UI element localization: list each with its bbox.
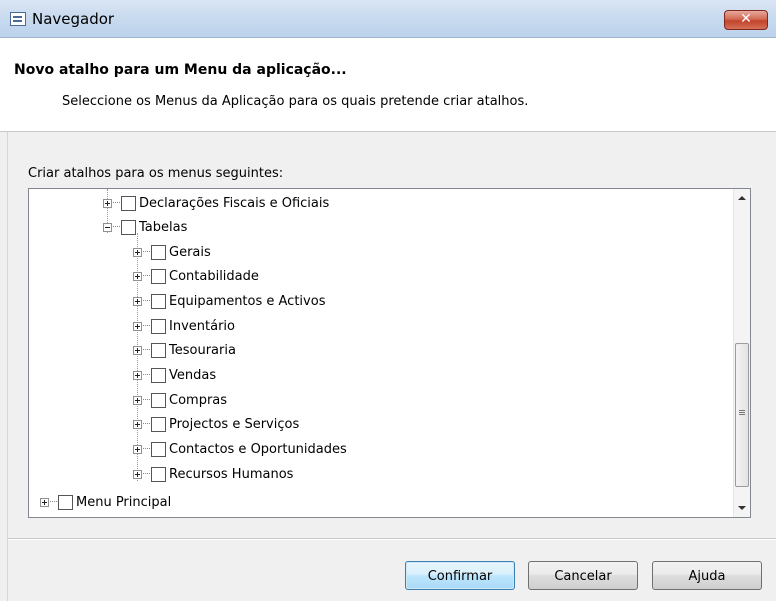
tree-item-inventario[interactable]: Inventário bbox=[133, 314, 235, 338]
tree-connector bbox=[143, 251, 150, 253]
dialog-header: Novo atalho para um Menu da aplicação...… bbox=[0, 38, 776, 132]
expand-icon[interactable] bbox=[133, 419, 142, 429]
menu-checkbox[interactable] bbox=[151, 293, 166, 309]
menu-checkbox[interactable] bbox=[151, 416, 166, 432]
tree-item-label: Projectos e Serviços bbox=[169, 416, 300, 432]
tree-item-contabilidade[interactable]: Contabilidade bbox=[133, 264, 259, 288]
grip-icon bbox=[739, 410, 745, 411]
tree-item-label: Equipamentos e Activos bbox=[169, 293, 326, 309]
tree-item-declaracoes[interactable]: Declarações Fiscais e Oficiais bbox=[103, 191, 329, 215]
menu-checkbox[interactable] bbox=[151, 392, 166, 408]
tree-item-label: Menu Principal bbox=[76, 494, 172, 510]
tree-connector bbox=[143, 275, 150, 277]
tree-item-tabelas[interactable]: Tabelas bbox=[103, 215, 187, 239]
expand-icon[interactable] bbox=[133, 271, 142, 281]
menu-checkbox[interactable] bbox=[151, 441, 166, 457]
menu-checkbox[interactable] bbox=[58, 494, 73, 510]
tree-connector bbox=[113, 202, 120, 204]
tree-connector bbox=[143, 349, 150, 351]
expand-icon[interactable] bbox=[133, 321, 142, 331]
menu-tree[interactable]: Declarações Fiscais e Oficiais Tabelas G… bbox=[28, 188, 751, 518]
tree-item-label: Tesouraria bbox=[169, 342, 236, 358]
tree-label: Criar atalhos para os menus seguintes: bbox=[28, 166, 284, 181]
menu-checkbox[interactable] bbox=[121, 219, 136, 235]
tree-connector bbox=[113, 226, 120, 228]
expand-icon[interactable] bbox=[133, 469, 142, 479]
scroll-down-icon[interactable] bbox=[738, 506, 746, 510]
tree-item-label: Declarações Fiscais e Oficiais bbox=[139, 195, 330, 211]
tree-item-menu-principal[interactable]: Menu Principal bbox=[40, 490, 171, 514]
expand-icon[interactable] bbox=[133, 345, 142, 355]
tree-item-gerais[interactable]: Gerais bbox=[133, 240, 211, 264]
vertical-scrollbar[interactable] bbox=[733, 189, 750, 517]
menu-checkbox[interactable] bbox=[121, 195, 136, 211]
navigator-app-icon bbox=[10, 12, 26, 26]
close-icon: ✕ bbox=[740, 11, 752, 27]
tree-connector bbox=[143, 300, 150, 302]
tree-item-label: Contactos e Oportunidades bbox=[169, 441, 347, 457]
tree-connector bbox=[50, 501, 57, 503]
tree-item-tesouraria[interactable]: Tesouraria bbox=[133, 338, 236, 362]
menu-checkbox[interactable] bbox=[151, 466, 166, 482]
expand-icon[interactable] bbox=[133, 247, 142, 257]
title-bar[interactable]: Navegador ✕ bbox=[0, 0, 776, 38]
header-subtitle: Seleccione os Menus da Aplicação para os… bbox=[62, 94, 529, 109]
tree-item-label: Gerais bbox=[169, 244, 211, 260]
tree-connector bbox=[143, 399, 150, 401]
tree-item-label: Compras bbox=[169, 392, 228, 408]
tree-connector bbox=[143, 374, 150, 376]
left-edge bbox=[0, 132, 8, 601]
menu-checkbox[interactable] bbox=[151, 244, 166, 260]
confirm-button[interactable]: Confirmar bbox=[405, 561, 515, 590]
tree-item-vendas[interactable]: Vendas bbox=[133, 363, 216, 387]
expand-icon[interactable] bbox=[133, 444, 142, 454]
tree-item-label: Vendas bbox=[169, 367, 217, 383]
menu-checkbox[interactable] bbox=[151, 268, 166, 284]
collapse-icon[interactable] bbox=[103, 222, 112, 232]
cancel-button[interactable]: Cancelar bbox=[528, 561, 638, 590]
menu-checkbox[interactable] bbox=[151, 342, 166, 358]
tree-item-label: Recursos Humanos bbox=[169, 466, 294, 482]
tree-item-label: Contabilidade bbox=[169, 268, 259, 284]
tree-item-equipamentos[interactable]: Equipamentos e Activos bbox=[133, 289, 325, 313]
expand-icon[interactable] bbox=[133, 296, 142, 306]
menu-checkbox[interactable] bbox=[151, 367, 166, 383]
tree-connector bbox=[143, 448, 150, 450]
header-title: Novo atalho para um Menu da aplicação... bbox=[14, 62, 347, 78]
expand-icon[interactable] bbox=[40, 497, 49, 507]
footer-separator bbox=[8, 538, 776, 540]
scroll-thumb[interactable] bbox=[735, 343, 749, 487]
menu-checkbox[interactable] bbox=[151, 318, 166, 334]
expand-icon[interactable] bbox=[103, 198, 112, 208]
tree-item-compras[interactable]: Compras bbox=[133, 388, 227, 412]
expand-icon[interactable] bbox=[133, 370, 142, 380]
close-button[interactable]: ✕ bbox=[724, 10, 768, 30]
tree-item-contactos[interactable]: Contactos e Oportunidades bbox=[133, 437, 347, 461]
tree-connector bbox=[143, 423, 150, 425]
help-button[interactable]: Ajuda bbox=[652, 561, 762, 590]
expand-icon[interactable] bbox=[133, 395, 142, 405]
tree-item-label: Inventário bbox=[169, 318, 235, 334]
tree-connector bbox=[143, 473, 150, 475]
tree-item-label: Tabelas bbox=[139, 219, 188, 235]
tree-connector bbox=[143, 325, 150, 327]
window-title: Navegador bbox=[32, 10, 115, 28]
tree-item-recursos-humanos[interactable]: Recursos Humanos bbox=[133, 462, 293, 486]
scroll-up-icon[interactable] bbox=[738, 196, 746, 200]
tree-item-projectos[interactable]: Projectos e Serviços bbox=[133, 412, 299, 436]
